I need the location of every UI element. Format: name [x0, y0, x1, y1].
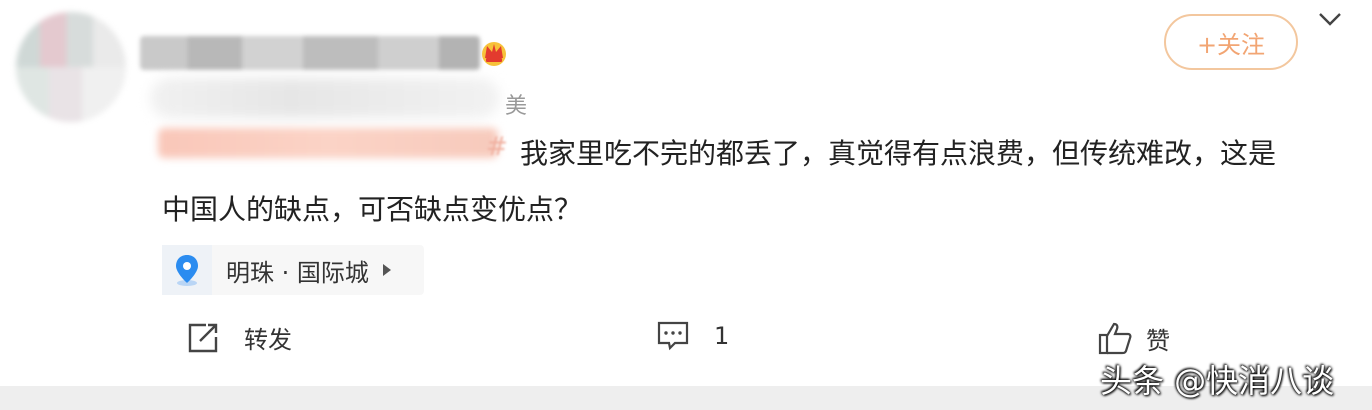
- post-text-line1: 我家里吃不完的都丢了，真觉得有点浪费，但传统难改，这是: [520, 137, 1277, 170]
- vip-crown-icon: [482, 42, 506, 66]
- like-label: 赞: [1146, 326, 1170, 355]
- like-button[interactable]: 赞: [1098, 320, 1170, 356]
- share-icon: [188, 323, 218, 352]
- follow-button-label: +关注: [1196, 30, 1266, 59]
- comment-icon: [657, 321, 689, 351]
- location-label: 明珠 · 国际城: [226, 258, 369, 287]
- post-text-line2: 中国人的缺点，可否缺点变优点？: [162, 193, 583, 226]
- username-blurred[interactable]: [140, 36, 480, 70]
- repost-button[interactable]: 转发: [186, 320, 292, 355]
- location-pin-icon: [162, 245, 212, 295]
- weibo-post: 美 # +关注 我家里吃不完的都丢了，真觉得有点浪费，但传统难改，这是 中国人的…: [0, 0, 1372, 386]
- post-meta-tail: 美: [505, 94, 528, 119]
- post-meta-blurred: [150, 78, 500, 118]
- avatar[interactable]: [16, 12, 126, 122]
- chevron-right-icon: [382, 264, 391, 276]
- chevron-down-icon[interactable]: [1318, 10, 1342, 30]
- repost-label: 转发: [244, 326, 292, 354]
- watermark: 头条 @快消八谈: [1100, 362, 1335, 400]
- thumbs-up-icon: [1098, 322, 1132, 355]
- comment-button[interactable]: 1: [656, 320, 729, 352]
- post-text: 我家里吃不完的都丢了，真觉得有点浪费，但传统难改，这是 中国人的缺点，可否缺点变…: [162, 126, 1352, 238]
- location-chip[interactable]: 明珠 · 国际城: [162, 245, 424, 295]
- follow-button[interactable]: +关注: [1164, 14, 1298, 70]
- comment-count: 1: [714, 322, 730, 350]
